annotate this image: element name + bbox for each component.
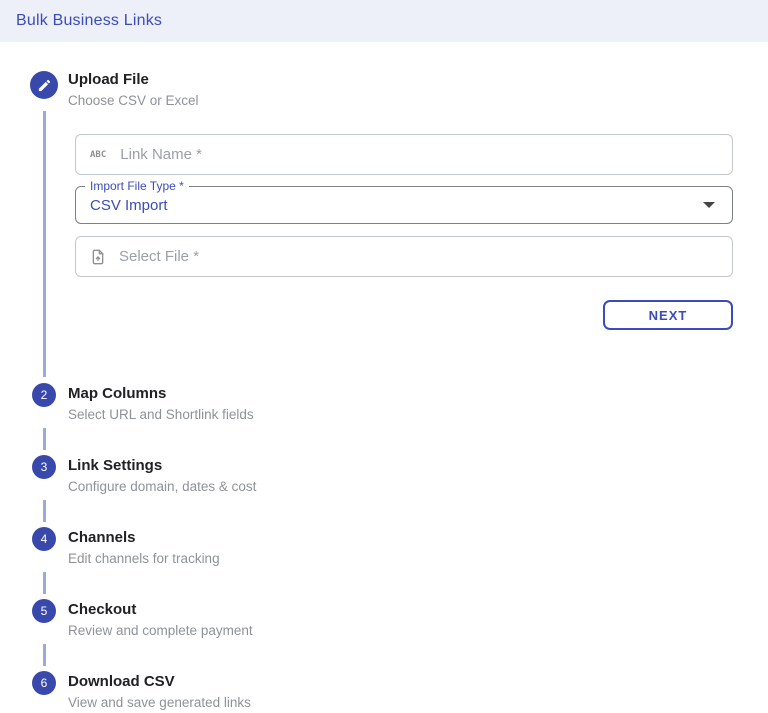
link-name-input[interactable] [120,146,718,163]
step-4-title: Channels [68,529,136,546]
step-1-indicator [30,71,58,111]
step-header-upload-file[interactable]: Upload File Choose CSV or Excel [0,67,768,111]
step-header-map-columns[interactable]: 2 Map Columns Select URL and Shortlink f… [0,381,768,425]
link-name-field[interactable]: ABC [75,134,733,175]
select-file-field[interactable]: Select File * [75,236,733,277]
pencil-icon [38,79,50,91]
step-4-subtitle: Edit channels for tracking [68,551,220,566]
step-4-circle: 4 [32,527,56,551]
select-file-placeholder: Select File * [119,248,200,265]
step-1-subtitle: Choose CSV or Excel [68,93,199,108]
step-2-circle: 2 [32,383,56,407]
next-button[interactable]: NEXT [603,300,733,330]
step-3-circle: 3 [32,455,56,479]
import-file-type-value: CSV Import [90,196,168,214]
step-connector [43,357,768,377]
step-connector [43,500,768,522]
step-4-indicator: 4 [30,525,58,569]
import-file-type-select[interactable]: Import File Type * CSV Import [75,179,733,224]
step-1-content: ABC Import File Type * CSV Import Select… [43,111,768,357]
step-5-circle: 5 [32,599,56,623]
step-header-channels[interactable]: 4 Channels Edit channels for tracking [0,525,768,569]
step-2-indicator: 2 [30,381,58,425]
step-6-indicator: 6 [30,669,58,713]
step-connector [43,428,768,450]
page-title: Bulk Business Links [16,12,163,29]
step-6-title: Download CSV [68,673,175,690]
app-header: Bulk Business Links [0,0,768,42]
dropdown-arrow-icon [703,202,715,208]
abc-icon: ABC [90,149,107,160]
step-5-indicator: 5 [30,597,58,641]
step-5-subtitle: Review and complete payment [68,623,253,638]
step-2-title: Map Columns [68,385,167,402]
step-3-title: Link Settings [68,457,163,474]
step-header-checkout[interactable]: 5 Checkout Review and complete payment [0,597,768,641]
file-upload-icon [90,248,106,266]
step-header-download-csv[interactable]: 6 Download CSV View and save generated l… [0,669,768,713]
step-1-circle [30,71,58,99]
import-file-type-label: Import File Type * [85,179,189,193]
step-1-title: Upload File [68,71,149,88]
step-3-subtitle: Configure domain, dates & cost [68,479,257,494]
vertical-stepper: Upload File Choose CSV or Excel ABC Impo… [0,42,768,713]
step-3-indicator: 3 [30,453,58,497]
step-2-subtitle: Select URL and Shortlink fields [68,407,254,422]
step-connector [43,572,768,594]
step-5-title: Checkout [68,601,137,618]
step-connector [43,644,768,666]
step-header-link-settings[interactable]: 3 Link Settings Configure domain, dates … [0,453,768,497]
step-6-circle: 6 [32,671,56,695]
step-6-subtitle: View and save generated links [68,695,251,710]
